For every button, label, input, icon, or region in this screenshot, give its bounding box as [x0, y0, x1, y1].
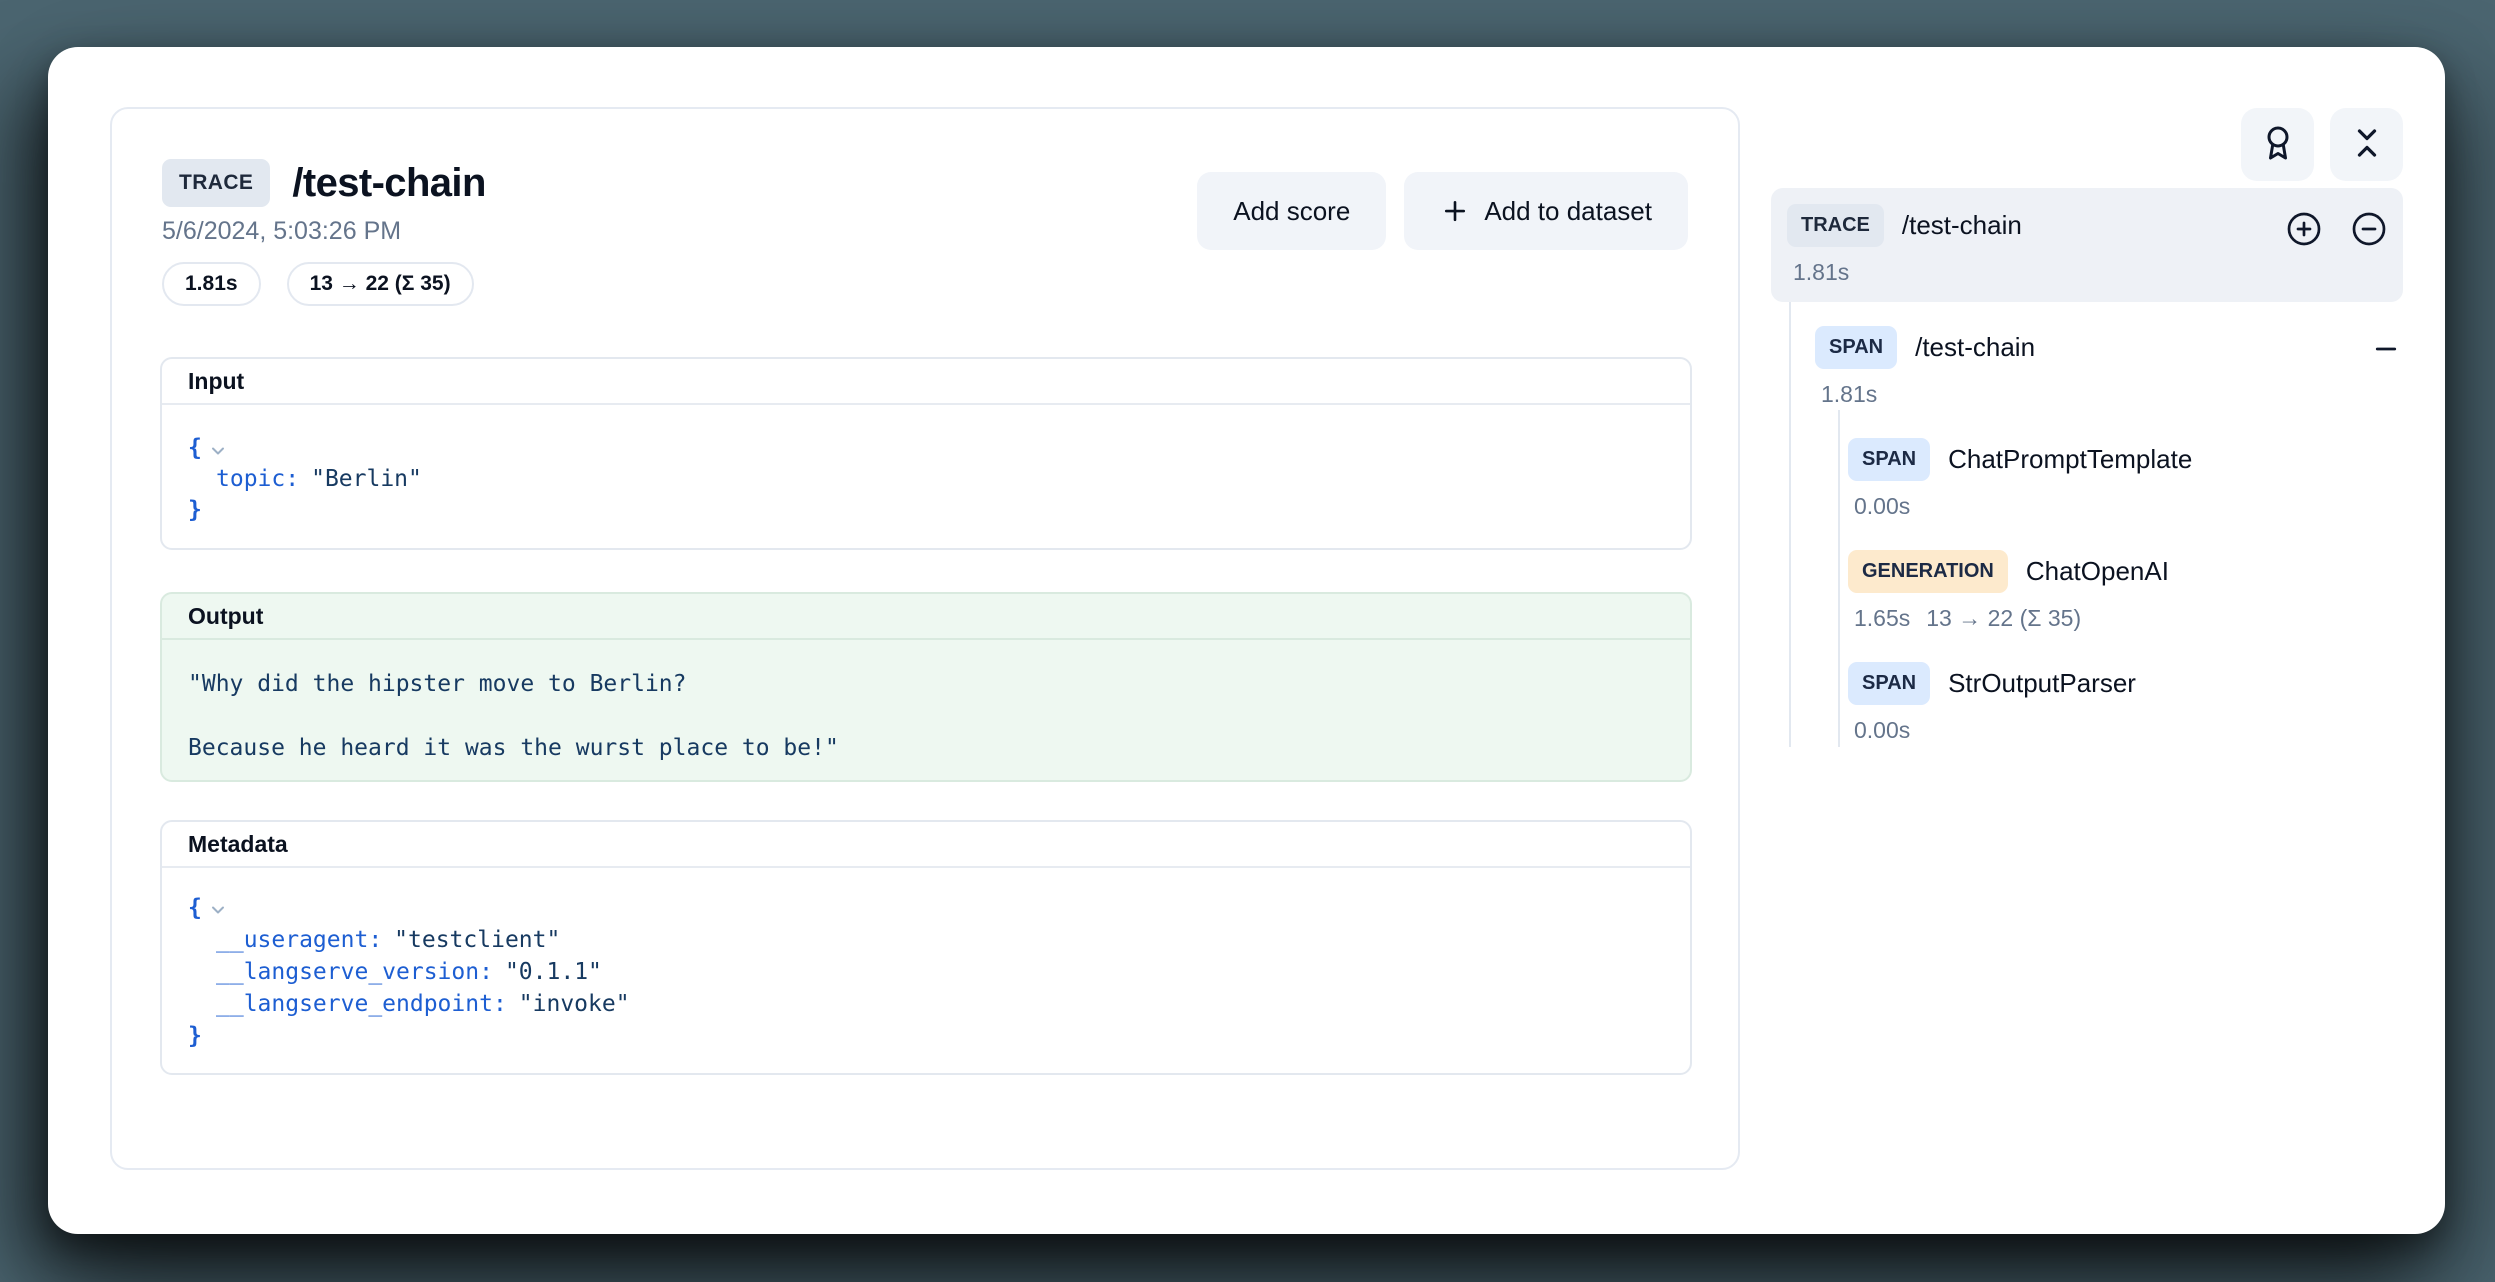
- span-type-badge: SPAN: [1848, 662, 1930, 705]
- json-key: __useragent:: [216, 924, 382, 956]
- tree-row-chatprompttemplate[interactable]: SPAN ChatPromptTemplate 0.00s: [1848, 438, 2403, 520]
- output-content: "Why did the hipster move to Berlin? Bec…: [162, 640, 1690, 764]
- json-open-brace: {: [188, 892, 202, 924]
- json-value: "Berlin": [311, 464, 422, 495]
- tree-node-duration: 1.65s: [1854, 605, 1910, 632]
- span-type-badge: SPAN: [1815, 326, 1897, 369]
- chevron-down-icon[interactable]: [208, 900, 228, 920]
- json-value: "0.1.1": [505, 956, 602, 988]
- plus-icon: [1440, 196, 1470, 226]
- token-usage-pill: 13 → 22 (Σ 35): [287, 262, 474, 306]
- metadata-panel: Metadata { __useragent: "testclient": [160, 820, 1692, 1075]
- json-key: __langserve_version:: [216, 956, 493, 988]
- output-panel-title: Output: [162, 594, 1690, 640]
- json-open-brace: {: [188, 433, 202, 464]
- chevrons-collapse-icon: [2349, 125, 2385, 164]
- tree-row-trace[interactable]: TRACE /test-chain 1.81s: [1771, 188, 2403, 302]
- tree-guide-line: [1789, 302, 1791, 747]
- latency-pill: 1.81s: [162, 262, 261, 306]
- json-key: topic:: [216, 464, 299, 495]
- tree-node-name: StrOutputParser: [1948, 668, 2136, 699]
- tree-node-duration: 0.00s: [1854, 493, 1910, 520]
- award-icon: [2260, 125, 2296, 164]
- tree-node-name: /test-chain: [1902, 210, 2022, 241]
- collapse-all-icon[interactable]: [2351, 211, 2387, 247]
- tree-node-token-usage: 13 → 22 (Σ 35): [1926, 605, 2081, 632]
- json-key: __langserve_endpoint:: [216, 988, 507, 1020]
- sidebar-actions: [1771, 108, 2403, 181]
- json-value: "testclient": [394, 924, 560, 956]
- json-close-brace: }: [188, 495, 202, 526]
- json-value: "invoke": [519, 988, 630, 1020]
- tree-node-name: ChatOpenAI: [2026, 556, 2169, 587]
- tree-row-stroutputparser[interactable]: SPAN StrOutputParser 0.00s: [1848, 662, 2403, 744]
- header-actions: Add score Add to dataset: [1197, 172, 1688, 250]
- input-json-viewer: { topic: "Berlin" }: [162, 405, 1690, 526]
- tree-node-duration: 0.00s: [1854, 717, 1910, 744]
- chevron-down-icon[interactable]: [208, 441, 228, 461]
- output-panel: Output "Why did the hipster move to Berl…: [160, 592, 1692, 782]
- trace-header: TRACE /test-chain 5/6/2024, 5:03:26 PM 1…: [162, 159, 1688, 306]
- add-to-dataset-button[interactable]: Add to dataset: [1404, 172, 1688, 250]
- tree-node-name: ChatPromptTemplate: [1948, 444, 2192, 475]
- tree-node-duration: 1.81s: [1821, 381, 1877, 408]
- input-panel-title: Input: [162, 359, 1690, 405]
- trace-tree-sidebar: TRACE /test-chain 1.81s: [1771, 108, 2403, 744]
- output-line: Because he heard it was the wurst place …: [188, 732, 1664, 764]
- tree-row-span-test-chain[interactable]: SPAN /test-chain 1.81s: [1815, 326, 2403, 408]
- tree-row-chatopenai[interactable]: GENERATION ChatOpenAI 1.65s 13 → 22 (Σ 3…: [1848, 550, 2403, 632]
- json-close-brace: }: [188, 1020, 202, 1052]
- tree-guide-line: [1838, 410, 1840, 747]
- add-score-button[interactable]: Add score: [1197, 172, 1386, 250]
- metadata-panel-title: Metadata: [162, 822, 1690, 868]
- trace-detail-card: TRACE /test-chain 5/6/2024, 5:03:26 PM 1…: [110, 107, 1740, 1170]
- app-window: TRACE /test-chain 5/6/2024, 5:03:26 PM 1…: [48, 47, 2445, 1234]
- output-line: "Why did the hipster move to Berlin?: [188, 668, 1664, 700]
- page-title: /test-chain: [292, 161, 485, 206]
- metadata-json-viewer: { __useragent: "testclient" __langserve_…: [162, 868, 1690, 1052]
- tree-node-duration: 1.81s: [1793, 259, 1849, 286]
- generation-type-badge: GENERATION: [1848, 550, 2008, 593]
- collapse-panel-button[interactable]: [2330, 108, 2403, 181]
- tree-node-name: /test-chain: [1915, 332, 2035, 363]
- expand-all-icon[interactable]: [2286, 211, 2322, 247]
- trace-type-badge: TRACE: [162, 159, 270, 207]
- input-panel: Input { topic: "Berlin" }: [160, 357, 1692, 550]
- collapse-node-icon[interactable]: [2371, 334, 2401, 364]
- trace-type-badge: TRACE: [1787, 204, 1884, 247]
- trace-stats-row: 1.81s 13 → 22 (Σ 35): [162, 262, 1688, 306]
- add-to-dataset-label: Add to dataset: [1484, 196, 1652, 227]
- add-score-label: Add score: [1233, 196, 1350, 227]
- span-type-badge: SPAN: [1848, 438, 1930, 481]
- annotate-button[interactable]: [2241, 108, 2314, 181]
